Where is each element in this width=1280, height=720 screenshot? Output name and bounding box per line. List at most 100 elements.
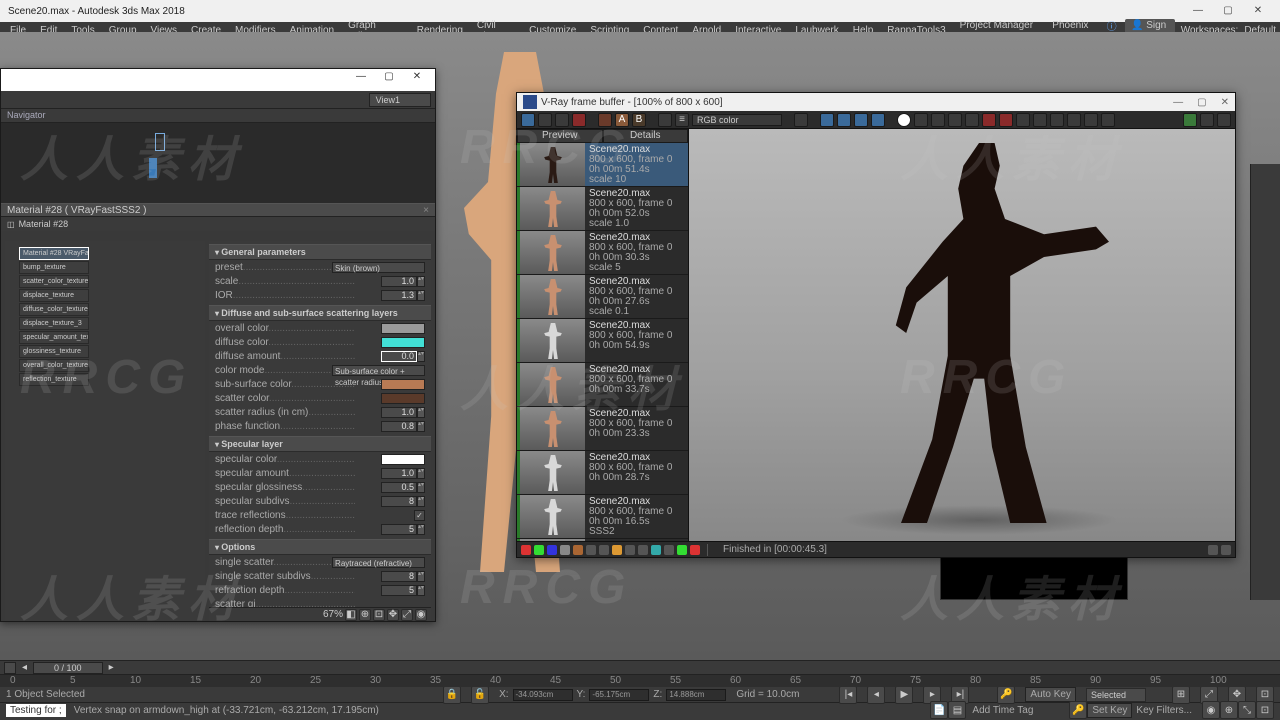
- section-general[interactable]: General parameters: [209, 244, 431, 260]
- pb-3[interactable]: ▶: [895, 686, 913, 704]
- time-ruler[interactable]: 0510152025303540455055606570758085909510…: [0, 675, 1280, 687]
- vfb-hamburger-btn[interactable]: ≡: [675, 113, 689, 127]
- vfb-min[interactable]: —: [1173, 97, 1183, 108]
- section-diffuse[interactable]: Diffuse and sub-surface scattering layer…: [209, 305, 431, 321]
- matwin-titlebar[interactable]: — ▢ ✕: [1, 69, 435, 91]
- vp-1[interactable]: ⊞: [1172, 686, 1190, 704]
- time-slider[interactable]: ◂ 0 / 100 ▸: [0, 661, 1280, 675]
- phase-arrows[interactable]: ▴▾: [417, 421, 425, 432]
- vfb-s1[interactable]: [1208, 545, 1218, 555]
- matwin-min[interactable]: —: [347, 71, 375, 89]
- phase-spinner[interactable]: 0.8: [381, 421, 417, 432]
- vfb-e-btn[interactable]: [794, 113, 808, 127]
- vfb-history-list[interactable]: Scene20.max800 x 600, frame 00h 00m 51.4…: [517, 143, 688, 541]
- vfb-dot7[interactable]: [999, 113, 1013, 127]
- vfb-dot11[interactable]: [1067, 113, 1081, 127]
- pb-1[interactable]: |◂: [839, 686, 857, 704]
- vfb-dot3[interactable]: [931, 113, 945, 127]
- play-button[interactable]: [4, 662, 16, 674]
- node-graph[interactable]: Material #28 VRayFast...bump_texturescat…: [5, 241, 205, 621]
- preset-select[interactable]: Skin (brown): [332, 262, 425, 273]
- scatcolor-swatch[interactable]: [381, 393, 425, 404]
- scale-spinner[interactable]: 1.0: [381, 276, 417, 287]
- vfb-dot8[interactable]: [1016, 113, 1030, 127]
- history-item[interactable]: Scene20.max800 x 600, frame 00h 00m 33.7…: [517, 363, 688, 407]
- zoom-icon4[interactable]: ✥: [387, 609, 399, 621]
- vfb-dot13[interactable]: [1101, 113, 1115, 127]
- zoom-icon5[interactable]: ⤢: [401, 609, 413, 621]
- trace-checkbox[interactable]: ✓: [414, 510, 425, 521]
- diffamt-spinner[interactable]: 0.0: [381, 351, 417, 362]
- ssubdiv-arrows[interactable]: ▴▾: [417, 571, 425, 582]
- refldepth-arrows[interactable]: ▴▾: [417, 524, 425, 535]
- zoom-icon2[interactable]: ⊕: [359, 609, 371, 621]
- history-item[interactable]: Scene20.max800 x 600, frame 00h 00m 54.9…: [517, 319, 688, 363]
- vfb-save-btn[interactable]: [538, 113, 552, 127]
- node-item[interactable]: glossiness_texture: [19, 345, 89, 358]
- history-item[interactable]: Scene20.max800 x 600, frame 00h 00m 27.6…: [517, 275, 688, 319]
- node-item[interactable]: Material #28 VRayFast...: [19, 247, 89, 260]
- vfb-titlebar[interactable]: V-Ray frame buffer - [100% of 800 x 600]…: [517, 93, 1235, 111]
- specgloss-arrows[interactable]: ▴▾: [417, 482, 425, 493]
- vfb-render-view[interactable]: [689, 129, 1235, 541]
- vfb-dot2[interactable]: [914, 113, 928, 127]
- navigator-area[interactable]: [1, 123, 435, 203]
- speccolor-swatch[interactable]: [381, 454, 425, 465]
- scatrad-spinner[interactable]: 1.0: [381, 407, 417, 418]
- vfb-dot10[interactable]: [1050, 113, 1064, 127]
- vfb-a-btn[interactable]: [598, 113, 612, 127]
- vfb-r4[interactable]: [871, 113, 885, 127]
- lock2-icon[interactable]: 🔓: [471, 686, 489, 704]
- sscatter-select[interactable]: Raytraced (refractive): [332, 557, 425, 568]
- specgloss-spinner[interactable]: 0.5: [381, 482, 417, 493]
- vfb-dot6[interactable]: [982, 113, 996, 127]
- colormode-select[interactable]: Sub-surface color + scatter radius: [332, 365, 425, 376]
- history-item[interactable]: Scene20.max800 x 600, frame 00h 00m 30.3…: [517, 231, 688, 275]
- vfb-r3[interactable]: [854, 113, 868, 127]
- zoom-icon6[interactable]: ◉: [415, 609, 427, 621]
- section-specular[interactable]: Specular layer: [209, 436, 431, 452]
- frame-indicator[interactable]: 0 / 100: [33, 662, 103, 674]
- z-input[interactable]: 14.888cm: [666, 689, 726, 701]
- zoom-icon1[interactable]: ◧: [345, 609, 357, 621]
- node-item[interactable]: specular_amount_texture: [19, 331, 89, 344]
- vfb-r2[interactable]: [837, 113, 851, 127]
- vfb-right1[interactable]: [1183, 113, 1197, 127]
- command-panel-edge[interactable]: [1250, 164, 1280, 600]
- tag-icon[interactable]: ▤: [948, 701, 966, 719]
- matwin-close[interactable]: ✕: [403, 71, 431, 89]
- vfb-b-btn[interactable]: A: [615, 113, 629, 127]
- vfb-tab-preview[interactable]: Preview: [517, 129, 603, 143]
- ior-spinner[interactable]: 1.3: [381, 290, 417, 301]
- vfb-d-btn[interactable]: [658, 113, 672, 127]
- view-dropdown[interactable]: View1: [369, 93, 431, 107]
- setkey-button[interactable]: Set Key: [1087, 703, 1132, 718]
- node-item[interactable]: scatter_color_texture: [19, 275, 89, 288]
- key-icon[interactable]: 🔑: [997, 686, 1015, 704]
- node-item[interactable]: displace_texture_3: [19, 317, 89, 330]
- history-item[interactable]: Scene20.max800 x 600, frame 00h 00m 52.0…: [517, 187, 688, 231]
- vfb-dot12[interactable]: [1084, 113, 1098, 127]
- vp-7[interactable]: ⤡: [1238, 701, 1256, 719]
- diffcolor-swatch[interactable]: [381, 337, 425, 348]
- material-name-input[interactable]: [19, 219, 429, 229]
- y-input[interactable]: -65.175cm: [589, 689, 649, 701]
- ssscolor-swatch[interactable]: [381, 379, 425, 390]
- history-item[interactable]: Scene20.max800 x 600, frame 00h 00m 28.7…: [517, 451, 688, 495]
- vfb-dot5[interactable]: [965, 113, 979, 127]
- vfb-s2[interactable]: [1221, 545, 1231, 555]
- zoom-icon3[interactable]: ⊡: [373, 609, 385, 621]
- vfb-dot9[interactable]: [1033, 113, 1047, 127]
- lock-icon[interactable]: 🔒: [443, 686, 461, 704]
- specamt-spinner[interactable]: 1.0: [381, 468, 417, 479]
- vp-8[interactable]: ⊡: [1256, 701, 1274, 719]
- vfb-right3[interactable]: [1217, 113, 1231, 127]
- script-icon[interactable]: 📄: [930, 701, 948, 719]
- history-item[interactable]: Scene20.max800 x 600, frame 00h 00m 51.4…: [517, 143, 688, 187]
- scatrad-arrows[interactable]: ▴▾: [417, 407, 425, 418]
- node-item[interactable]: overall_color_texture: [19, 359, 89, 372]
- x-input[interactable]: -34.093cm: [513, 689, 573, 701]
- pb-2[interactable]: ◂: [867, 686, 885, 704]
- autokey-button[interactable]: Auto Key: [1025, 687, 1076, 702]
- refrdepth-spinner[interactable]: 5: [381, 585, 417, 596]
